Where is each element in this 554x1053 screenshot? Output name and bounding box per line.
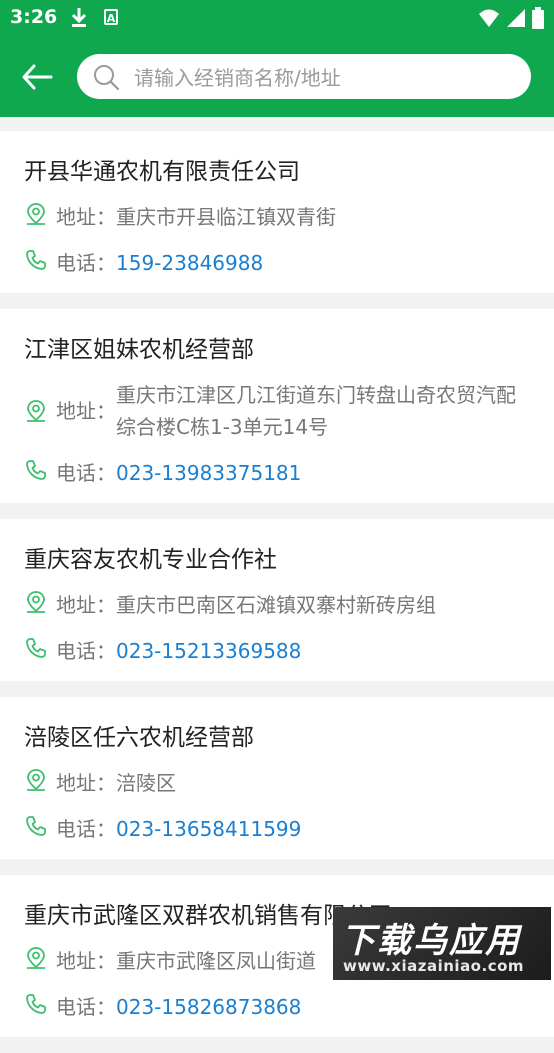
signal-icon	[507, 9, 525, 27]
back-arrow-icon	[22, 64, 53, 90]
address-label: 地址：	[56, 399, 116, 423]
location-pin-icon	[24, 589, 48, 615]
address-value: 重庆市武隆区凤山街道	[116, 949, 316, 973]
dealer-name: 开县华通农机有限责任公司	[24, 159, 300, 185]
location-pin-icon	[24, 398, 48, 424]
address-value: 涪陵区	[116, 771, 176, 795]
phone-row: 电话： 023-15826873868	[24, 991, 530, 1023]
dealer-card[interactable]: 开县华通农机有限责任公司 地址： 重庆市开县临江镇双青街 电话： 159-238…	[0, 131, 554, 309]
battery-icon	[532, 7, 544, 29]
location-pin-icon	[24, 767, 48, 793]
phone-icon	[24, 247, 48, 273]
phone-label: 电话：	[56, 995, 116, 1019]
address-value: 重庆市江津区几江街道东门转盘山奇农贸汽配综合楼C栋1-3单元14号	[116, 383, 516, 439]
download-icon	[70, 6, 88, 32]
watermark-title: 下载乌应用	[341, 921, 521, 961]
status-bar: 3:26 A	[0, 0, 554, 36]
phone-row: 电话： 159-23846988	[24, 247, 530, 279]
address-row: 地址： 重庆市开县临江镇双青街	[24, 201, 530, 233]
phone-link[interactable]: 023-13658411599	[116, 813, 301, 845]
search-box[interactable]	[77, 54, 531, 101]
search-icon	[92, 63, 120, 95]
address-label: 地址：	[56, 593, 116, 617]
wifi-icon	[479, 9, 499, 27]
address-value: 重庆市开县临江镇双青街	[116, 205, 336, 229]
address-label: 地址：	[56, 205, 116, 229]
phone-label: 电话：	[56, 817, 116, 841]
dealer-name: 江津区姐妹农机经营部	[24, 337, 254, 363]
phone-label: 电话：	[56, 461, 116, 485]
watermark-logo: 下载乌应用 www.xiazainiao.com	[333, 907, 551, 980]
location-pin-icon	[24, 201, 48, 227]
phone-link[interactable]: 159-23846988	[116, 247, 263, 279]
phone-label: 电话：	[56, 251, 116, 275]
phone-row: 电话： 023-15213369588	[24, 635, 530, 667]
address-label: 地址：	[56, 771, 116, 795]
phone-icon	[24, 813, 48, 839]
address-row: 地址： 重庆市江津区几江街道东门转盘山奇农贸汽配综合楼C栋1-3单元14号	[24, 379, 530, 443]
dealer-name: 涪陵区任六农机经营部	[24, 725, 254, 751]
phone-label: 电话：	[56, 639, 116, 663]
watermark-url: www.xiazainiao.com	[343, 957, 525, 975]
status-indicators	[478, 7, 544, 29]
phone-row: 电话： 023-13658411599	[24, 813, 530, 845]
phone-link[interactable]: 023-13983375181	[116, 457, 301, 489]
phone-icon	[24, 991, 48, 1017]
back-button[interactable]	[20, 60, 56, 94]
dealer-card[interactable]: 重庆容友农机专业合作社 地址： 重庆市巴南区石滩镇双寨村新砖房组 电话： 023…	[0, 519, 554, 697]
search-input[interactable]	[132, 54, 516, 101]
dealer-name: 重庆容友农机专业合作社	[24, 547, 277, 573]
phone-icon	[24, 457, 48, 483]
text-app-icon: A	[104, 9, 118, 25]
top-app-bar	[0, 36, 554, 117]
phone-link[interactable]: 023-15826873868	[116, 991, 301, 1023]
status-time: 3:26	[10, 6, 58, 28]
address-row: 地址： 重庆市巴南区石滩镇双寨村新砖房组	[24, 589, 530, 621]
location-pin-icon	[24, 945, 48, 971]
phone-row: 电话： 023-13983375181	[24, 457, 530, 489]
phone-icon	[24, 635, 48, 661]
phone-link[interactable]: 023-15213369588	[116, 635, 301, 667]
address-label: 地址：	[56, 949, 116, 973]
address-value: 重庆市巴南区石滩镇双寨村新砖房组	[116, 593, 436, 617]
address-row: 地址： 涪陵区	[24, 767, 530, 799]
dealer-card[interactable]: 涪陵区任六农机经营部 地址： 涪陵区 电话： 023-13658411599	[0, 697, 554, 875]
dealer-card[interactable]: 江津区姐妹农机经营部 地址： 重庆市江津区几江街道东门转盘山奇农贸汽配综合楼C栋…	[0, 309, 554, 519]
